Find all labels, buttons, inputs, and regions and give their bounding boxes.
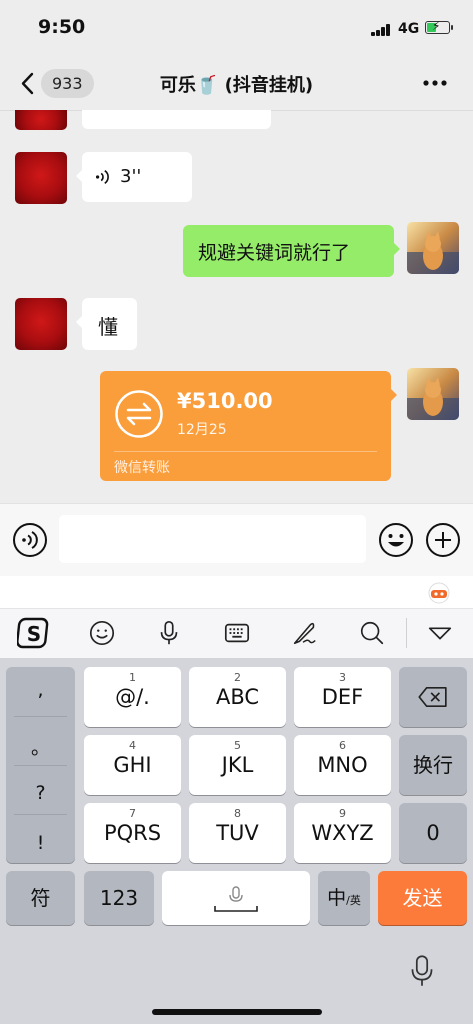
cat-photo-icon	[407, 368, 459, 420]
punct-key-exclaim[interactable]: !	[6, 832, 75, 854]
newline-label: 换行	[413, 753, 453, 777]
voice-input-icon[interactable]	[12, 522, 48, 558]
zero-key[interactable]: 0	[399, 803, 467, 863]
space-mic-icon	[214, 886, 258, 912]
contact-avatar[interactable]	[15, 110, 67, 130]
svg-text:S: S	[27, 622, 41, 646]
toolbar-divider	[406, 618, 407, 648]
signal-icon	[371, 24, 391, 36]
key-number: 4	[129, 739, 136, 752]
chat-title: 可乐🥤 (抖音挂机)	[159, 75, 314, 96]
punct-key-period[interactable]: 。	[6, 733, 75, 760]
message-bubble-incoming[interactable]: 懂	[76, 298, 137, 350]
language-sub: /英	[346, 894, 361, 907]
key-number: 6	[339, 739, 346, 752]
punct-divider	[14, 716, 67, 717]
symbol-key[interactable]: 符	[6, 871, 75, 925]
key-number: 3	[339, 671, 346, 684]
my-avatar[interactable]	[407, 222, 459, 274]
more-dots-icon[interactable]	[420, 73, 450, 93]
numbers-key[interactable]: 123	[84, 871, 154, 925]
newline-key[interactable]: 换行	[399, 735, 467, 795]
transfer-date: 12月25	[177, 422, 227, 438]
microphone-icon[interactable]	[155, 619, 183, 647]
voice-wave-icon	[95, 170, 109, 184]
emoji-face-icon[interactable]	[88, 619, 116, 647]
zero-label: 0	[426, 821, 440, 845]
key-number: 5	[234, 739, 241, 752]
sogou-logo-icon[interactable]: S	[17, 616, 51, 650]
punct-divider	[14, 814, 67, 815]
key-number: 9	[339, 807, 346, 820]
key-label: MNO	[317, 753, 368, 777]
numbers-label: 123	[99, 886, 139, 910]
status-time: 9:50	[38, 16, 86, 38]
message-bubble-partial	[82, 110, 271, 129]
key-8[interactable]: 8 TUV	[189, 803, 286, 863]
key-label: @/.	[115, 685, 150, 709]
plus-icon[interactable]	[425, 522, 461, 558]
key-label: GHI	[113, 753, 152, 777]
dictation-microphone-icon[interactable]	[409, 952, 435, 990]
key-number: 8	[234, 807, 241, 820]
key-3[interactable]: 3 DEF	[294, 667, 391, 727]
contact-avatar[interactable]	[15, 298, 67, 350]
transfer-label: 微信转账	[114, 460, 170, 476]
message-bubble-outgoing[interactable]: 规避关键词就行了	[183, 225, 400, 277]
key-number: 2	[234, 671, 241, 684]
collapse-keyboard-icon[interactable]	[426, 619, 454, 647]
key-9[interactable]: 9 WXYZ	[294, 803, 391, 863]
punctuation-column[interactable]: , 。 ? !	[6, 667, 75, 863]
voice-message-bubble[interactable]: 3''	[76, 152, 192, 202]
handwriting-icon[interactable]	[290, 619, 318, 647]
ime-mascot-icon[interactable]	[428, 582, 450, 604]
keyboard-icon[interactable]	[223, 619, 251, 647]
send-key[interactable]: 发送	[378, 871, 467, 925]
my-avatar[interactable]	[407, 368, 459, 420]
wechat-transfer-card[interactable]: ¥510.00 12月25 微信转账	[100, 371, 397, 481]
key-label: DEF	[321, 685, 364, 709]
key-label: JKL	[221, 753, 254, 777]
key-label: WXYZ	[311, 821, 374, 845]
backspace-icon	[418, 687, 447, 707]
transfer-amount: ¥510.00	[177, 389, 273, 413]
cat-photo-icon	[407, 222, 459, 274]
key-2[interactable]: 2 ABC	[189, 667, 286, 727]
language-main: 中	[327, 887, 347, 909]
punct-key-question[interactable]: ?	[6, 782, 75, 804]
emoji-icon[interactable]	[378, 522, 414, 558]
transfer-arrows-icon	[115, 390, 163, 438]
key-label: TUV	[216, 821, 259, 845]
key-5[interactable]: 5 JKL	[189, 735, 286, 795]
backspace-key[interactable]	[399, 667, 467, 727]
send-label: 发送	[402, 886, 443, 910]
home-indicator	[152, 1009, 322, 1015]
symbol-label: 符	[30, 886, 51, 910]
key-7[interactable]: 7 PQRS	[84, 803, 181, 863]
key-6[interactable]: 6 MNO	[294, 735, 391, 795]
key-number: 7	[129, 807, 136, 820]
key-label: PQRS	[103, 821, 162, 845]
voice-duration: 3''	[120, 166, 142, 187]
key-label: ABC	[215, 685, 260, 709]
key-4[interactable]: 4 GHI	[84, 735, 181, 795]
search-icon[interactable]	[358, 619, 386, 647]
contact-avatar[interactable]	[15, 152, 67, 204]
punct-divider	[14, 765, 67, 766]
network-label: 4G	[398, 21, 420, 37]
language-switch-key[interactable]: 中/英	[318, 871, 370, 925]
key-1[interactable]: 1 @/.	[84, 667, 181, 727]
key-number: 1	[129, 671, 136, 684]
battery-icon: ⚡	[425, 19, 453, 34]
punct-key-comma[interactable]: ,	[6, 679, 75, 701]
message-text: 懂	[98, 315, 118, 339]
transfer-divider	[114, 451, 377, 452]
suggestion-bar	[0, 576, 473, 608]
space-key[interactable]	[162, 871, 310, 925]
message-input[interactable]	[59, 515, 366, 563]
message-text: 规避关键词就行了	[198, 242, 351, 264]
